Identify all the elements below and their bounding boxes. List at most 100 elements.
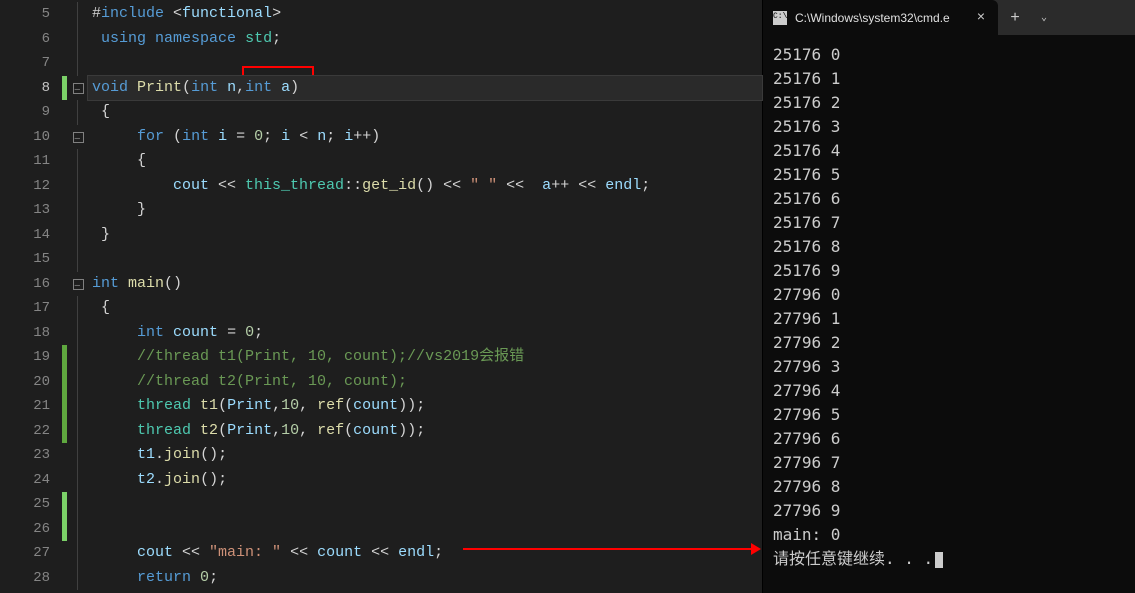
change-marker <box>60 2 72 27</box>
change-marker <box>60 149 72 174</box>
line-number: 14 <box>0 223 60 248</box>
fold-guide <box>72 198 88 223</box>
terminal-tab-label: C:\Windows\system32\cmd.e <box>795 11 964 25</box>
terminal-line: 25176 9 <box>773 259 1125 283</box>
code-line[interactable]: using namespace std; <box>88 27 762 52</box>
code-line[interactable]: t2.join(); <box>88 468 762 493</box>
fold-column <box>72 0 88 593</box>
fold-guide <box>72 321 88 346</box>
fold-guide <box>72 394 88 419</box>
change-marker <box>60 394 72 419</box>
terminal-line: 27796 6 <box>773 427 1125 451</box>
terminal-line: 25176 1 <box>773 67 1125 91</box>
terminal-line: 25176 0 <box>773 43 1125 67</box>
line-number: 21 <box>0 394 60 419</box>
code-line[interactable]: int main() <box>88 272 762 297</box>
terminal-line: 25176 2 <box>773 91 1125 115</box>
code-line[interactable]: t1.join(); <box>88 443 762 468</box>
change-marker <box>60 566 72 591</box>
line-number: 24 <box>0 468 60 493</box>
fold-guide <box>72 100 88 125</box>
change-marker <box>60 443 72 468</box>
terminal-line: 27796 4 <box>773 379 1125 403</box>
line-number: 19 <box>0 345 60 370</box>
line-number: 10 <box>0 125 60 150</box>
fold-toggle[interactable] <box>72 76 88 101</box>
change-marker <box>60 174 72 199</box>
fold-guide <box>72 443 88 468</box>
code-line[interactable]: #include <functional> <box>88 2 762 27</box>
code-line[interactable] <box>88 492 762 517</box>
line-number: 22 <box>0 419 60 444</box>
code-line[interactable] <box>88 247 762 272</box>
terminal-line: 27796 3 <box>773 355 1125 379</box>
terminal-line: 27796 5 <box>773 403 1125 427</box>
code-line[interactable]: } <box>88 223 762 248</box>
terminal-line: 27796 1 <box>773 307 1125 331</box>
close-tab-button[interactable]: × <box>972 10 990 26</box>
terminal-line: 27796 2 <box>773 331 1125 355</box>
line-number: 7 <box>0 51 60 76</box>
code-line[interactable]: int count = 0; <box>88 321 762 346</box>
line-number: 25 <box>0 492 60 517</box>
change-marker <box>60 419 72 444</box>
line-number-gutter: 5678910111213141516171819202122232425262… <box>0 0 60 593</box>
fold-guide <box>72 370 88 395</box>
fold-guide <box>72 51 88 76</box>
change-marker <box>60 296 72 321</box>
change-marker <box>60 27 72 52</box>
fold-guide <box>72 27 88 52</box>
fold-guide <box>72 223 88 248</box>
line-number: 6 <box>0 27 60 52</box>
terminal-tab[interactable]: C:\Windows\system32\cmd.e × <box>763 0 998 35</box>
code-line[interactable] <box>88 51 762 76</box>
change-marker <box>60 517 72 542</box>
terminal-line: 27796 0 <box>773 283 1125 307</box>
terminal-line: 25176 5 <box>773 163 1125 187</box>
code-line[interactable]: thread t2(Print,10, ref(count)); <box>88 419 762 444</box>
code-line[interactable]: } <box>88 198 762 223</box>
code-line[interactable]: for (int i = 0; i < n; i++) <box>88 125 762 150</box>
line-number: 23 <box>0 443 60 468</box>
line-number: 5 <box>0 2 60 27</box>
code-line[interactable]: void Print(int n,int a) <box>88 76 762 101</box>
terminal-line: 请按任意键继续. . . <box>773 547 1125 571</box>
line-number: 12 <box>0 174 60 199</box>
change-marker <box>60 468 72 493</box>
line-number: 26 <box>0 517 60 542</box>
fold-toggle[interactable] <box>72 125 88 150</box>
change-marker <box>60 51 72 76</box>
tab-dropdown-button[interactable]: ⌄ <box>1032 12 1056 24</box>
code-line[interactable]: { <box>88 296 762 321</box>
terminal-line: 27796 7 <box>773 451 1125 475</box>
change-marker <box>60 100 72 125</box>
new-tab-button[interactable]: + <box>998 9 1032 27</box>
code-line[interactable]: { <box>88 100 762 125</box>
code-line[interactable]: thread t1(Print,10, ref(count)); <box>88 394 762 419</box>
change-marker <box>60 321 72 346</box>
code-line[interactable]: { <box>88 149 762 174</box>
line-number: 18 <box>0 321 60 346</box>
code-line[interactable]: return 0; <box>88 566 762 591</box>
fold-guide <box>72 492 88 517</box>
code-editor-pane: 5678910111213141516171819202122232425262… <box>0 0 762 593</box>
change-marker <box>60 345 72 370</box>
code-line[interactable] <box>88 517 762 542</box>
fold-guide <box>72 247 88 272</box>
terminal-output[interactable]: 25176 025176 125176 225176 325176 425176… <box>763 35 1135 593</box>
terminal-line: 25176 6 <box>773 187 1125 211</box>
line-number: 15 <box>0 247 60 272</box>
line-number: 8 <box>0 76 60 101</box>
terminal-line: 27796 9 <box>773 499 1125 523</box>
code-line[interactable]: cout << this_thread::get_id() << " " << … <box>88 174 762 199</box>
fold-toggle[interactable] <box>72 272 88 297</box>
code-area[interactable]: 无引用 #include <functional> using namespac… <box>88 0 762 593</box>
code-line[interactable]: cout << "main: " << count << endl; <box>88 541 762 566</box>
fold-guide <box>72 296 88 321</box>
line-number: 20 <box>0 370 60 395</box>
line-number: 17 <box>0 296 60 321</box>
code-line[interactable]: //thread t1(Print, 10, count);//vs2019会报… <box>88 345 762 370</box>
terminal-line: 25176 4 <box>773 139 1125 163</box>
code-line[interactable]: //thread t2(Print, 10, count); <box>88 370 762 395</box>
line-number: 13 <box>0 198 60 223</box>
